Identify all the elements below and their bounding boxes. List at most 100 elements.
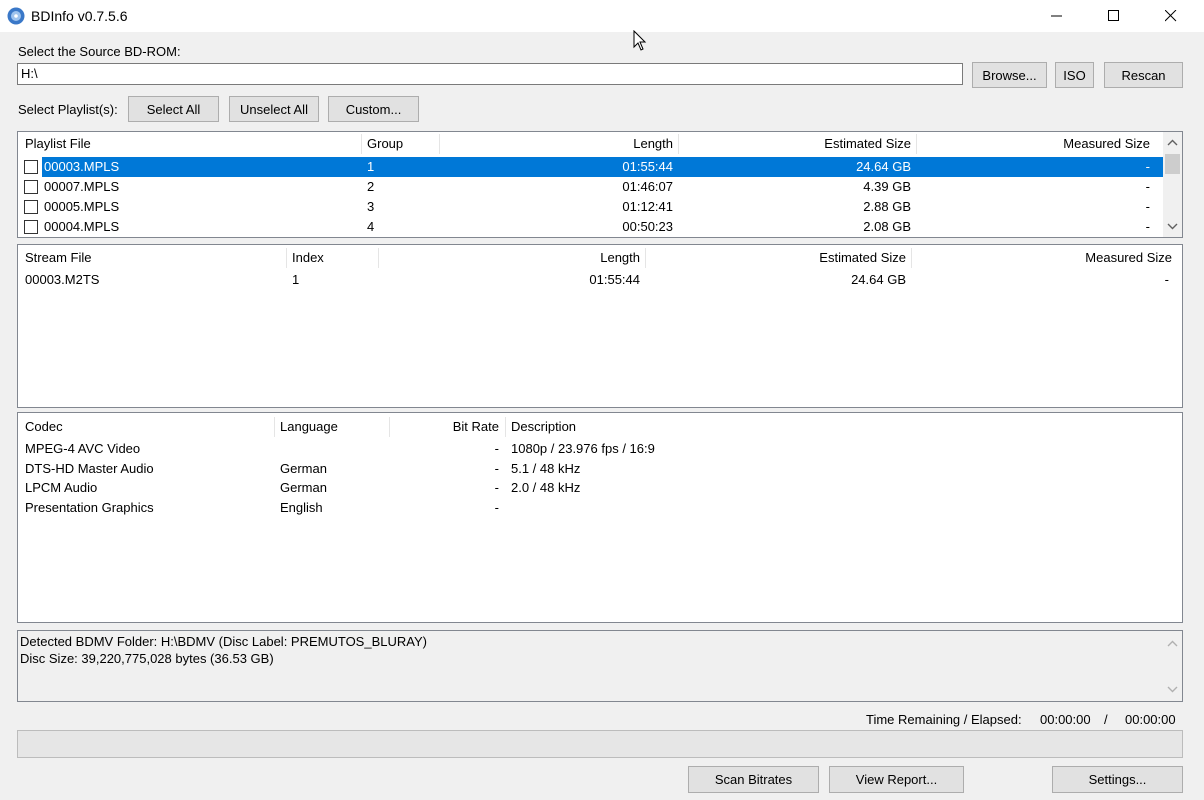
scan-bitrates-button[interactable]: Scan Bitrates [688, 766, 819, 793]
window-title: BDInfo v0.7.5.6 [31, 8, 128, 24]
playlist-checkbox[interactable] [24, 160, 38, 174]
view-report-button[interactable]: View Report... [829, 766, 964, 793]
description-cell: 2.0 / 48 kHz [511, 480, 581, 495]
column-divider[interactable] [361, 134, 362, 154]
scroll-down-icon[interactable] [1167, 223, 1178, 230]
codec-cell[interactable]: DTS-HD Master Audio [25, 459, 154, 479]
playlist-file-cell[interactable]: 00004.MPLS [44, 217, 119, 237]
length-cell: 01:55:44 [622, 159, 673, 174]
codec-cell[interactable]: Presentation Graphics [25, 498, 154, 518]
disc-icon [7, 7, 25, 25]
source-path-input[interactable]: H:\ [17, 63, 963, 85]
codec-cell[interactable]: LPCM Audio [25, 478, 97, 498]
measured-size-cell: - [1145, 219, 1150, 234]
column-header-codec[interactable]: Codec [25, 415, 63, 439]
status-line-disc-size: Disc Size: 39,220,775,028 bytes (36.53 G… [20, 651, 274, 666]
codec-cell[interactable]: MPEG-4 AVC Video [25, 439, 140, 459]
scroll-up-icon[interactable] [1167, 139, 1178, 146]
column-header-group[interactable]: Group [367, 132, 403, 156]
group-cell: 1 [367, 159, 375, 174]
playlist-file-cell[interactable]: 00003.MPLS [44, 157, 119, 177]
time-elapsed: 00:00:00 [1125, 712, 1176, 727]
bit-rate-cell: - [494, 480, 499, 495]
browse-button[interactable]: Browse... [972, 62, 1047, 88]
column-header-measured-size[interactable]: Measured Size [916, 132, 1150, 156]
title-bar: BDInfo v0.7.5.6 [0, 0, 1204, 32]
estimated-size-cell: 24.64 GB [851, 272, 906, 287]
stream-list[interactable]: Stream File Index Length Estimated Size … [17, 244, 1183, 408]
measured-size-cell: - [1145, 199, 1150, 214]
maximize-button[interactable] [1085, 0, 1143, 32]
column-header-description[interactable]: Description [511, 415, 576, 439]
iso-button[interactable]: ISO [1055, 62, 1094, 88]
playlist-checkbox[interactable] [24, 180, 38, 194]
length-cell: 01:55:44 [589, 272, 640, 287]
estimated-size-cell: 4.39 GB [863, 179, 911, 194]
estimated-size-cell: 2.08 GB [863, 219, 911, 234]
select-playlists-label: Select Playlist(s): [18, 102, 118, 117]
time-label: Time Remaining / Elapsed: [866, 712, 1022, 727]
column-divider[interactable] [505, 417, 506, 437]
playlist-scrollbar[interactable] [1163, 132, 1182, 237]
status-textbox[interactable]: Detected BDMV Folder: H:\BDMV (Disc Labe… [17, 630, 1183, 702]
settings-button[interactable]: Settings... [1052, 766, 1183, 793]
measured-size-cell: - [1145, 179, 1150, 194]
unselect-all-button[interactable]: Unselect All [229, 96, 319, 122]
estimated-size-cell: 24.64 GB [856, 159, 911, 174]
playlist-file-cell[interactable]: 00005.MPLS [44, 197, 119, 217]
progress-bar [17, 730, 1183, 758]
mouse-cursor-icon [633, 30, 647, 51]
length-cell: 00:50:23 [622, 219, 673, 234]
description-cell: 1080p / 23.976 fps / 16:9 [511, 441, 655, 456]
column-header-length[interactable]: Length [378, 246, 640, 270]
column-header-length[interactable]: Length [439, 132, 673, 156]
language-cell: German [280, 480, 327, 495]
scroll-down-icon[interactable] [1167, 686, 1178, 693]
column-header-language[interactable]: Language [280, 415, 338, 439]
minimize-icon [1051, 15, 1062, 17]
time-separator: / [1104, 712, 1108, 727]
playlist-file-cell[interactable]: 00007.MPLS [44, 177, 119, 197]
measured-size-cell: - [1145, 159, 1150, 174]
length-cell: 01:12:41 [622, 199, 673, 214]
column-header-stream-file[interactable]: Stream File [25, 246, 91, 270]
language-cell: English [280, 500, 323, 515]
language-cell: German [280, 461, 327, 476]
estimated-size-cell: 2.88 GB [863, 199, 911, 214]
scroll-thumb[interactable] [1165, 154, 1180, 174]
column-header-bit-rate[interactable]: Bit Rate [389, 415, 499, 439]
close-button[interactable] [1142, 0, 1200, 32]
time-remaining: 00:00:00 [1040, 712, 1091, 727]
status-line-folder: Detected BDMV Folder: H:\BDMV (Disc Labe… [20, 634, 427, 649]
column-divider[interactable] [286, 248, 287, 268]
select-all-button[interactable]: Select All [128, 96, 219, 122]
length-cell: 01:46:07 [622, 179, 673, 194]
close-icon [1165, 10, 1177, 22]
column-header-estimated-size[interactable]: Estimated Size [645, 246, 906, 270]
column-header-index[interactable]: Index [292, 246, 324, 270]
stream-file-cell[interactable]: 00003.M2TS [25, 270, 99, 290]
column-divider[interactable] [274, 417, 275, 437]
group-cell: 2 [367, 179, 375, 194]
bit-rate-cell: - [494, 500, 499, 515]
column-header-playlist-file[interactable]: Playlist File [25, 132, 91, 156]
minimize-button[interactable] [1028, 0, 1086, 32]
group-cell: 3 [367, 199, 375, 214]
column-header-estimated-size[interactable]: Estimated Size [678, 132, 911, 156]
index-cell: 1 [292, 272, 300, 287]
rescan-button[interactable]: Rescan [1104, 62, 1183, 88]
bit-rate-cell: - [494, 441, 499, 456]
group-cell: 4 [367, 219, 375, 234]
maximize-icon [1108, 10, 1119, 21]
playlist-list[interactable]: Playlist File Group Length Estimated Siz… [17, 131, 1183, 238]
column-header-measured-size[interactable]: Measured Size [911, 246, 1172, 270]
custom-button[interactable]: Custom... [328, 96, 419, 122]
bit-rate-cell: - [494, 461, 499, 476]
description-cell: 5.1 / 48 kHz [511, 461, 581, 476]
codec-list[interactable]: Codec Language Bit Rate Description MPEG… [17, 412, 1183, 623]
playlist-checkbox[interactable] [24, 220, 38, 234]
scroll-up-icon[interactable] [1167, 640, 1178, 647]
playlist-checkbox[interactable] [24, 200, 38, 214]
measured-size-cell: - [1164, 272, 1169, 287]
status-scrollbar[interactable] [1163, 631, 1182, 701]
